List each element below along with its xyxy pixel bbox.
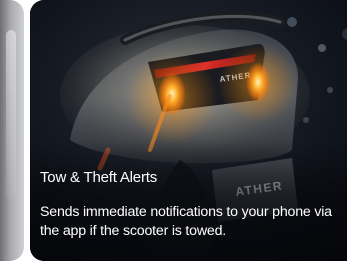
card-text-scrim: [30, 141, 347, 261]
feature-description: Sends immediate notifications to your ph…: [40, 204, 332, 239]
feature-card-tow-theft-alerts[interactable]: ATHER ATHER Tow & Theft Alerts Sends imm…: [30, 0, 347, 261]
feature-carousel: ATHER ATHER Tow & Theft Alerts Sends imm…: [0, 0, 347, 261]
previous-card-image: [6, 30, 16, 200]
previous-feature-card[interactable]: [0, 0, 24, 261]
feature-title: Tow & Theft Alerts: [40, 169, 158, 186]
